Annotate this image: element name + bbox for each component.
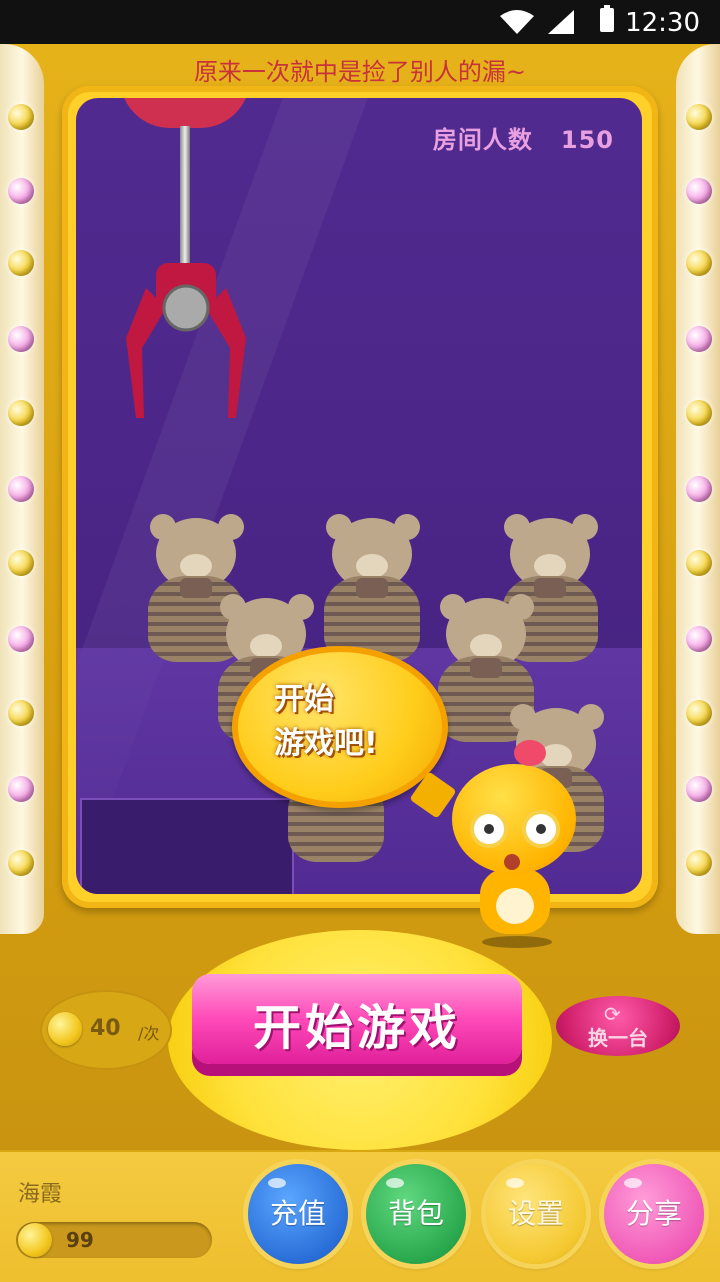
status-bar: 12:30 xyxy=(0,0,720,44)
share-button[interactable]: 分享 xyxy=(604,1164,704,1264)
start-game-label: 开始游戏 xyxy=(252,1002,461,1055)
light-bulb-icon xyxy=(686,326,712,352)
bear-mascot xyxy=(452,740,582,950)
player-name: 海霞 xyxy=(18,1182,63,1207)
settings-button[interactable]: 设置 xyxy=(486,1164,586,1264)
light-bulb-icon xyxy=(8,326,34,352)
light-bulb-icon xyxy=(686,178,712,204)
claw-icon xyxy=(126,263,246,418)
clock: 12:30 xyxy=(625,8,700,38)
light-bulb-icon xyxy=(686,550,712,576)
button-gloss xyxy=(624,1178,642,1188)
backpack-button[interactable]: 背包 xyxy=(366,1164,466,1264)
light-bulb-icon xyxy=(686,626,712,652)
speech-bubble: 开始 游戏吧! xyxy=(232,646,457,819)
prize-drop-box xyxy=(80,798,294,894)
room-count: 房间人数 150 xyxy=(433,120,614,155)
coin-balance-value: 99 xyxy=(66,1228,94,1252)
light-bulb-icon xyxy=(8,250,34,276)
backpack-label: 背包 xyxy=(387,1198,444,1229)
light-bulb-icon xyxy=(8,178,34,204)
settings-label: 设置 xyxy=(507,1198,564,1229)
speech-line-1: 开始 xyxy=(274,682,334,717)
light-bulb-icon xyxy=(686,250,712,276)
light-bulb-icon xyxy=(686,776,712,802)
light-bulb-icon xyxy=(686,104,712,130)
light-bulb-icon xyxy=(8,476,34,502)
light-bulb-icon xyxy=(8,700,34,726)
light-bulb-icon xyxy=(8,626,34,652)
light-bulb-icon xyxy=(8,104,34,130)
button-gloss xyxy=(506,1178,524,1188)
room-count-value: 150 xyxy=(560,126,614,154)
cost-unit: /次 xyxy=(138,1024,160,1043)
light-bulb-icon xyxy=(8,776,34,802)
light-bulb-icon xyxy=(686,476,712,502)
cost-amount: 40 xyxy=(90,1016,121,1041)
switch-machine-label: 换一台 xyxy=(588,1028,648,1050)
light-bulb-icon xyxy=(686,700,712,726)
light-bulb-icon xyxy=(8,550,34,576)
claw-hub xyxy=(120,98,250,128)
coin-icon xyxy=(18,1223,52,1257)
light-bulb-icon xyxy=(686,400,712,426)
cost-per-play: 40 /次 xyxy=(40,990,172,1070)
light-bulb-icon xyxy=(8,400,34,426)
speech-bubble-text: 开始 游戏吧! xyxy=(274,678,378,766)
recharge-label: 充值 xyxy=(269,1198,326,1229)
light-bulb-icon xyxy=(8,850,34,876)
coin-icon xyxy=(48,1012,82,1046)
room-count-label: 房间人数 xyxy=(432,126,533,154)
coin-balance: 99 xyxy=(16,1222,212,1258)
button-gloss xyxy=(386,1178,404,1188)
signal-icon xyxy=(548,10,574,34)
start-game-button[interactable]: 开始游戏 xyxy=(192,974,522,1084)
marquee-text: 原来一次就中是捡了别人的漏~ xyxy=(193,58,527,86)
speech-line-2: 游戏吧! xyxy=(274,726,378,761)
recharge-button[interactable]: 充值 xyxy=(248,1164,348,1264)
button-gloss xyxy=(268,1178,286,1188)
battery-icon xyxy=(600,5,614,32)
share-label: 分享 xyxy=(625,1198,682,1229)
light-bulb-icon xyxy=(686,850,712,876)
switch-machine-button[interactable]: ⟳ 换一台 xyxy=(556,996,680,1070)
wifi-icon xyxy=(500,10,534,34)
